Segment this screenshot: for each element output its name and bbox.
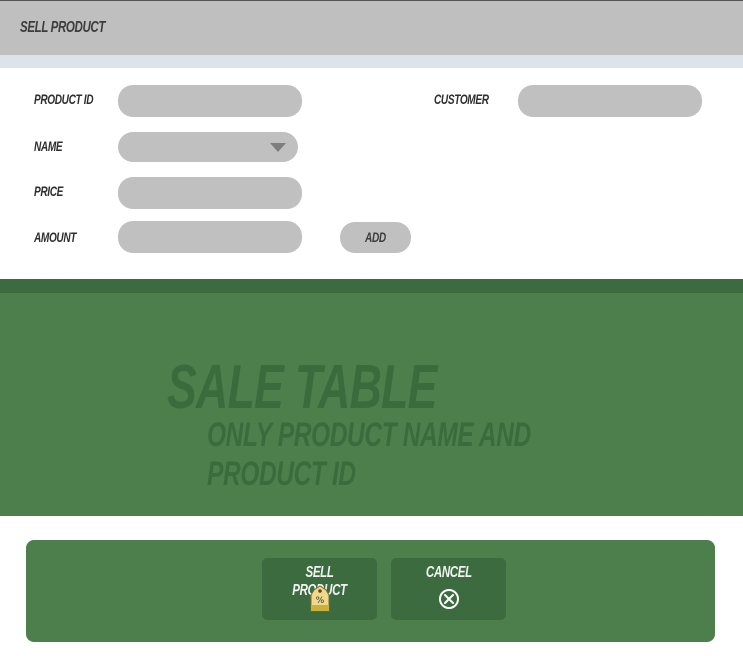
cancel-button-label: CANCEL — [425, 564, 472, 581]
sale-table-title: SALE TABLE — [167, 353, 437, 422]
cancel-button[interactable]: CANCEL — [391, 558, 506, 620]
price-label: PRICE — [34, 183, 64, 199]
product-id-input[interactable] — [118, 85, 302, 117]
cancel-circle-icon — [438, 588, 460, 614]
svg-text:%: % — [315, 596, 324, 606]
price-input[interactable] — [118, 177, 302, 209]
window-title: SELL PRODUCT — [20, 19, 106, 36]
amount-label: AMOUNT — [34, 229, 77, 245]
name-dropdown[interactable] — [118, 132, 298, 162]
sale-table-subtitle: ONLY PRODUCT NAME AND PRODUCT ID — [207, 416, 531, 493]
price-tag-icon: % — [308, 585, 332, 617]
amount-input[interactable] — [118, 221, 302, 253]
customer-input[interactable] — [518, 85, 702, 117]
customer-label: CUSTOMER — [434, 91, 489, 107]
chevron-down-icon — [270, 143, 286, 152]
title-bar: SELL PRODUCT — [0, 1, 743, 55]
product-id-label: PRODUCT ID — [34, 91, 94, 107]
add-button[interactable]: ADD — [340, 222, 411, 253]
sell-product-button[interactable]: SELL PRODUCT % — [262, 558, 377, 620]
header-divider — [0, 55, 743, 68]
sale-table-header-band — [0, 279, 743, 293]
name-label: NAME — [34, 138, 63, 154]
add-button-label: ADD — [365, 229, 386, 245]
